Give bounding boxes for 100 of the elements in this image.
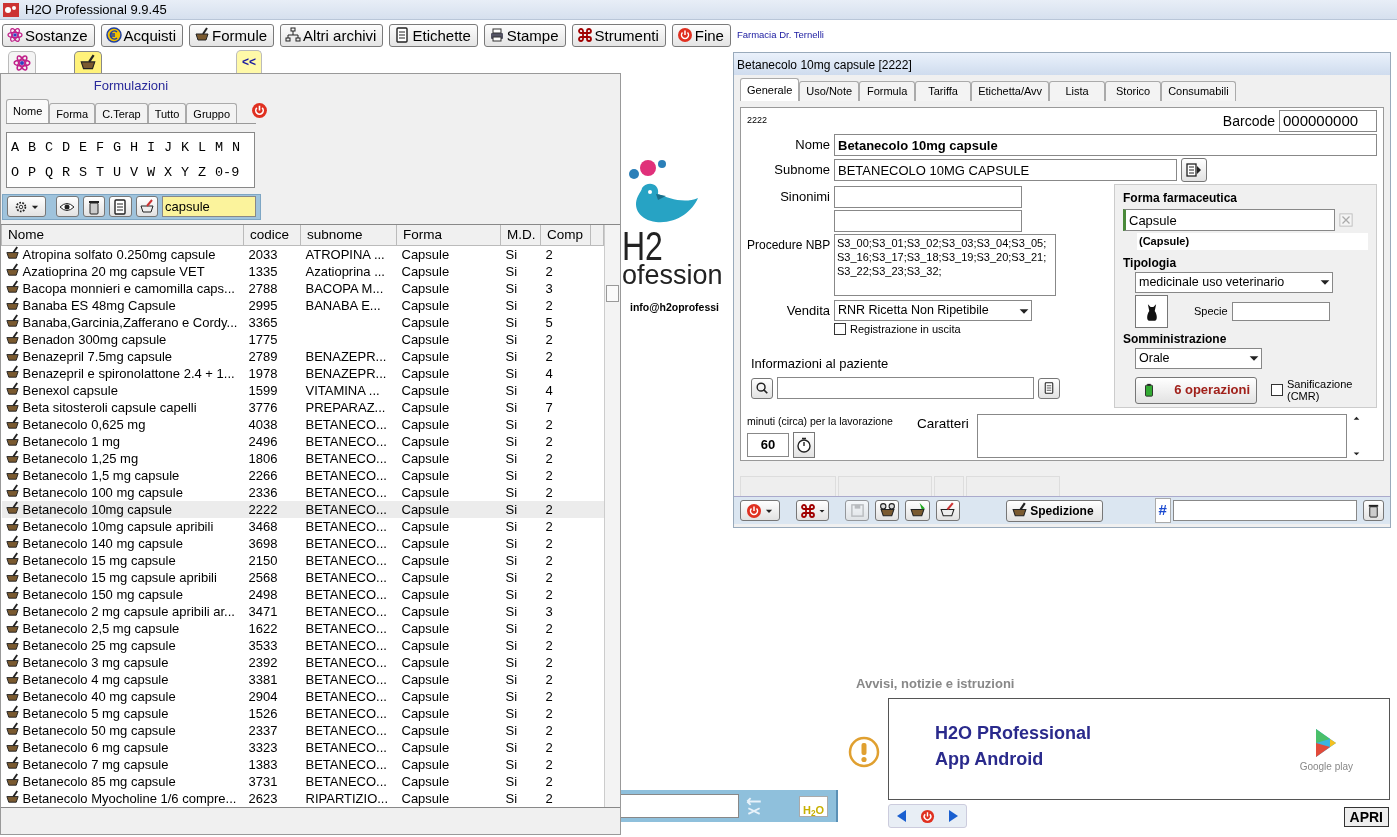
letter-button[interactable]: Z <box>198 162 215 184</box>
search-field[interactable]: capsule <box>162 196 256 217</box>
letter-button[interactable]: A <box>11 137 28 159</box>
column-header[interactable]: Nome <box>1 224 244 246</box>
letter-button[interactable]: H <box>130 137 147 159</box>
options-dropdown[interactable] <box>7 196 46 217</box>
tab[interactable]: Uso/Note <box>799 81 860 101</box>
toolbar-button[interactable]: Sostanze <box>2 23 95 47</box>
table-row[interactable]: Betanecolo 3 mg capsule 2392 BETANECO... Capsule Si 2 <box>1 653 604 671</box>
procedures-field[interactable]: S3_00;S3_01;S3_02;S3_03;S3_04;S3_05;S3_16;S3_17;S3_18;S3_19;S3_20;S3_21;S3_22;S3_23;S3_32; <box>834 234 1056 296</box>
letter-button[interactable]: L <box>198 137 215 159</box>
table-row[interactable]: Betanecolo 150 mg capsule 2498 BETANECO... Capsule Si 2 <box>1 585 604 603</box>
table-row[interactable]: Betanecolo 40 mg capsule 2904 BETANECO... Capsule Si 2 <box>1 687 604 705</box>
column-header[interactable]: M.D. <box>500 224 541 246</box>
delete-button[interactable] <box>1362 500 1384 521</box>
checkbox[interactable] <box>834 323 846 336</box>
table-row[interactable]: Benazepril 7.5mg capsule 2789 BENAZEPR... Capsule Si 2 <box>1 347 604 365</box>
tab[interactable]: Storico <box>1105 81 1162 101</box>
table-row[interactable]: Betanecolo 1,25 mg 1806 BETANECO... Capsule Si 2 <box>1 449 604 467</box>
panel-tab[interactable] <box>74 51 102 73</box>
letter-button[interactable]: R <box>62 162 79 184</box>
scrollbar[interactable] <box>604 224 620 807</box>
table-row[interactable]: Betanecolo Myocholine 1/6 compre... 2623 RIPARTIZIO... Capsule Si 2 <box>1 789 604 807</box>
timer-button[interactable] <box>793 431 815 458</box>
letter-button[interactable]: K <box>181 137 198 159</box>
collapse-button[interactable]: << <box>236 50 262 73</box>
scrollbar-thumb[interactable] <box>606 284 620 302</box>
table-row[interactable]: Betanecolo 15 mg capsule 2150 BETANECO... Capsule Si 2 <box>1 551 604 569</box>
route-dropdown[interactable]: Orale <box>1135 347 1262 369</box>
tab[interactable]: Consumabili <box>1161 81 1236 101</box>
characters-field[interactable] <box>976 414 1347 458</box>
tab[interactable]: Generale <box>740 78 800 101</box>
table-row[interactable]: Betanecolo 7 mg capsule 1383 BETANECO... Capsule Si 2 <box>1 755 604 773</box>
filter-tab[interactable]: Gruppo <box>186 102 238 123</box>
table-row[interactable]: Benazepril e spironolattone 2.4 + 1... 1978 BENAZEPR... Capsule Si 4 <box>1 364 604 382</box>
letter-button[interactable]: Y <box>181 162 198 184</box>
table-row[interactable]: Atropina solfato 0.250mg capsule 2033 ATROPINA ... Capsule Si 2 <box>1 245 604 263</box>
checkbox[interactable] <box>1271 384 1283 396</box>
tab[interactable]: Lista <box>1049 81 1106 101</box>
filter-tab[interactable]: C.Terap <box>95 102 148 123</box>
table-row[interactable]: Bacopa monnieri e camomilla caps... 2788 BACOPA M... Capsule Si 3 <box>1 279 604 297</box>
table-row[interactable]: Betanecolo 1 mg 2496 BETANECO... Capsule Si 2 <box>1 432 604 450</box>
form-field[interactable]: Capsule <box>1123 209 1335 231</box>
table-row[interactable]: Betanecolo 10mg capsule apribili 3468 BETANECO... Capsule Si 2 <box>1 517 604 535</box>
table-row[interactable]: Betanecolo 85 mg capsule 3731 BETANECO... Capsule Si 2 <box>1 772 604 790</box>
letter-button[interactable]: M <box>215 137 232 159</box>
delete-button[interactable] <box>82 196 105 217</box>
letter-button[interactable]: W <box>147 162 164 184</box>
barcode-field[interactable]: 000000000 <box>1279 110 1377 132</box>
table-row[interactable]: Betanecolo 50 mg capsule 2337 BETANECO... Capsule Si 2 <box>1 721 604 739</box>
letter-button[interactable]: F <box>96 137 113 159</box>
table-row[interactable]: Betanecolo 25 mg capsule 3533 BETANECO... Capsule Si 2 <box>1 636 604 654</box>
letter-button[interactable]: N <box>232 137 249 159</box>
table-row[interactable]: Betanecolo 5 mg capsule 1526 BETANECO... Capsule Si 2 <box>1 704 604 722</box>
notes-button[interactable] <box>1038 377 1060 399</box>
column-header[interactable]: Comp <box>540 224 591 246</box>
table-row[interactable]: Azatioprina 20 mg capsule VET 1335 Azatioprina ... Capsule Si 2 <box>1 262 604 280</box>
sale-dropdown[interactable]: RNR Ricetta Non Ripetibile <box>834 300 1032 321</box>
column-header[interactable]: subnome <box>300 224 397 246</box>
subname-field[interactable]: BETANECOLO 10MG CAPSULE <box>834 159 1177 181</box>
column-header[interactable]: Forma <box>396 224 501 246</box>
name-field[interactable]: Betanecolo 10mg capsule <box>834 134 1377 156</box>
table-row[interactable]: Betanecolo 1,5 mg capsule 2266 BETANECO... Capsule Si 2 <box>1 466 604 484</box>
animal-button[interactable] <box>1135 294 1168 328</box>
table-row[interactable]: Betanecolo 100 mg capsule 2336 BETANECO... Capsule Si 2 <box>1 483 604 501</box>
stop-icon[interactable] <box>920 808 935 824</box>
filter-tab[interactable]: Forma <box>49 102 96 123</box>
letter-button[interactable]: O <box>11 162 28 184</box>
letter-button[interactable]: P <box>28 162 45 184</box>
filter-tab[interactable]: Nome <box>6 98 50 123</box>
type-dropdown[interactable]: medicinale uso veterinario <box>1135 271 1333 293</box>
table-row[interactable]: Betanecolo 6 mg capsule 3323 BETANECO... Capsule Si 2 <box>1 738 604 756</box>
synonym-field[interactable] <box>834 186 1022 208</box>
table-row[interactable]: Betanecolo 2 mg capsule apribili ar... 3471 BETANECO... Capsule Si 3 <box>1 602 604 620</box>
table-row[interactable]: Betanecolo 140 mg capsule 3698 BETANECO... Capsule Si 2 <box>1 534 604 552</box>
table-row[interactable]: Benadon 300mg capsule 1775 Capsule Si 2 <box>1 330 604 348</box>
shipping-button[interactable]: Spedizione <box>1005 499 1103 522</box>
list-button[interactable] <box>109 196 132 217</box>
table-row[interactable]: Beta sitosteroli capsule capelli 3776 PREPARAZ... Capsule Si 7 <box>1 398 604 416</box>
tool-button[interactable] <box>935 500 960 521</box>
letter-button[interactable]: J <box>164 137 181 159</box>
table-row[interactable]: Betanecolo 2,5 mg capsule 1622 BETANECO... Capsule Si 2 <box>1 619 604 637</box>
filter-tab[interactable]: Tutto <box>147 102 187 123</box>
tool-button[interactable] <box>875 500 900 521</box>
letter-button[interactable]: G <box>113 137 130 159</box>
table-row[interactable]: Betanecolo 0,625 mg 4038 BETANECO... Capsule Si 2 <box>1 415 604 433</box>
toolbar-button[interactable]: Fine <box>671 23 731 47</box>
strip-field[interactable] <box>621 794 739 818</box>
toolbar-button[interactable]: Formule <box>189 23 275 47</box>
letter-button[interactable]: V <box>130 162 147 184</box>
toolbar-button[interactable]: Strumenti <box>571 23 666 47</box>
letter-button[interactable]: C <box>45 137 62 159</box>
toolbar-button[interactable]: Altri archivi <box>280 23 384 47</box>
minutes-field[interactable]: 60 <box>747 432 789 457</box>
letter-button[interactable]: 0-9 <box>215 162 245 184</box>
table-row[interactable]: Banaba,Garcinia,Zafferano e Cordy... 3365 Capsule Si 5 <box>1 313 604 331</box>
export-button[interactable] <box>1181 158 1207 182</box>
letter-button[interactable]: E <box>79 137 96 159</box>
tab[interactable]: Formula <box>859 81 916 101</box>
operations-button[interactable]: 6 operazioni <box>1135 376 1257 404</box>
